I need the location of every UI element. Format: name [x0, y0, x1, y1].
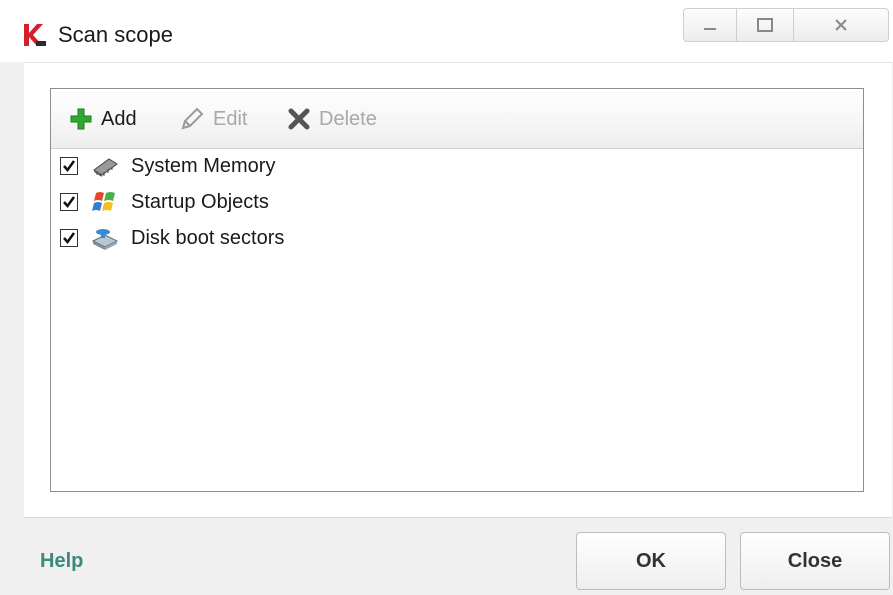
window-title: Scan scope	[58, 22, 173, 47]
list-item-label: Disk boot sectors	[131, 227, 285, 249]
kaspersky-logo-icon	[24, 24, 46, 46]
list-toolbar: Add Edit Delete	[51, 89, 863, 149]
list-item[interactable]: Startup Objects	[51, 185, 863, 221]
edit-button[interactable]: Edit	[179, 104, 247, 134]
scope-items: System Memory Startup Objects Disk boot …	[51, 149, 863, 257]
checkmark-icon	[63, 196, 76, 209]
add-button[interactable]: Add	[69, 104, 137, 134]
list-item-label: System Memory	[131, 155, 276, 177]
minimize-button[interactable]	[683, 8, 737, 42]
checkmark-icon	[63, 232, 76, 245]
minimize-icon	[704, 28, 716, 30]
title-bar: Scan scope	[0, 0, 893, 62]
maximize-icon	[757, 18, 773, 32]
window-close-button[interactable]	[793, 8, 889, 42]
memory-chip-icon	[93, 158, 118, 177]
delete-label: Delete	[319, 107, 377, 130]
help-link[interactable]: Help	[40, 550, 83, 573]
list-item[interactable]: Disk boot sectors	[51, 221, 863, 257]
disk-boot-sectors-checkbox[interactable]	[60, 229, 78, 247]
windows-flag-icon	[92, 192, 115, 211]
startup-objects-checkbox[interactable]	[60, 193, 78, 211]
checkmark-icon	[63, 160, 76, 173]
system-memory-checkbox[interactable]	[60, 157, 78, 175]
delete-x-icon	[288, 108, 310, 130]
delete-button[interactable]: Delete	[287, 104, 377, 134]
pencil-icon	[181, 107, 204, 130]
list-item-label: Startup Objects	[131, 191, 269, 213]
close-icon	[835, 19, 847, 31]
plus-icon	[70, 108, 92, 130]
ok-button[interactable]: OK	[576, 532, 726, 590]
edit-label: Edit	[213, 107, 248, 130]
list-item[interactable]: System Memory	[51, 149, 863, 185]
maximize-button[interactable]	[736, 8, 794, 42]
scan-scope-list[interactable]: Add Edit Delete System Memory Startup Ob…	[50, 88, 864, 492]
disk-drive-icon	[91, 229, 119, 250]
add-label: Add	[101, 107, 137, 130]
close-button[interactable]: Close	[740, 532, 890, 590]
